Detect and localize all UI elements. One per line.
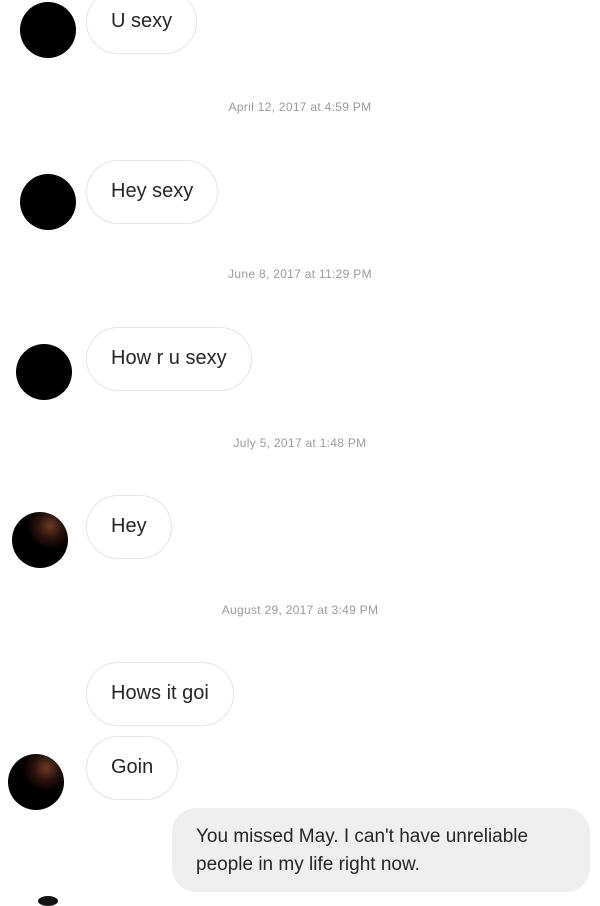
message-timestamp: April 12, 2017 at 4:59 PM xyxy=(228,100,372,114)
message-thread: U sexy April 12, 2017 at 4:59 PM Hey sex… xyxy=(0,0,600,906)
message-text: Hey sexy xyxy=(111,180,194,202)
sender-avatar[interactable] xyxy=(12,512,68,568)
message-text: You missed May. I can't have unreliable … xyxy=(196,826,529,875)
message-text: How r u sexy xyxy=(111,347,227,369)
outgoing-message-bubble[interactable]: You missed May. I can't have unreliable … xyxy=(172,808,590,892)
message-text: U sexy xyxy=(111,10,173,32)
incoming-message-bubble[interactable]: Hows it goi xyxy=(86,662,234,726)
sender-avatar[interactable] xyxy=(20,174,76,230)
incoming-message-bubble[interactable]: Goin xyxy=(86,736,179,800)
message-text: Hey xyxy=(111,515,147,537)
sender-avatar[interactable] xyxy=(8,754,64,810)
message-text: Goin xyxy=(111,756,154,778)
message-timestamp: July 5, 2017 at 1:48 PM xyxy=(233,436,367,450)
message-text: Hows it goi xyxy=(111,682,209,704)
incoming-message-bubble[interactable]: How r u sexy xyxy=(86,327,252,391)
message-timestamp: August 29, 2017 at 3:49 PM xyxy=(221,603,379,617)
message-timestamp: June 8, 2017 at 11:29 PM xyxy=(228,267,372,281)
sender-avatar[interactable] xyxy=(20,2,76,58)
incoming-message-bubble[interactable]: Hey sexy xyxy=(86,160,219,224)
sender-avatar[interactable] xyxy=(16,344,72,400)
incoming-message-bubble[interactable]: U sexy xyxy=(86,0,198,54)
avatar xyxy=(38,896,58,906)
incoming-message-bubble[interactable]: Hey xyxy=(86,495,172,559)
